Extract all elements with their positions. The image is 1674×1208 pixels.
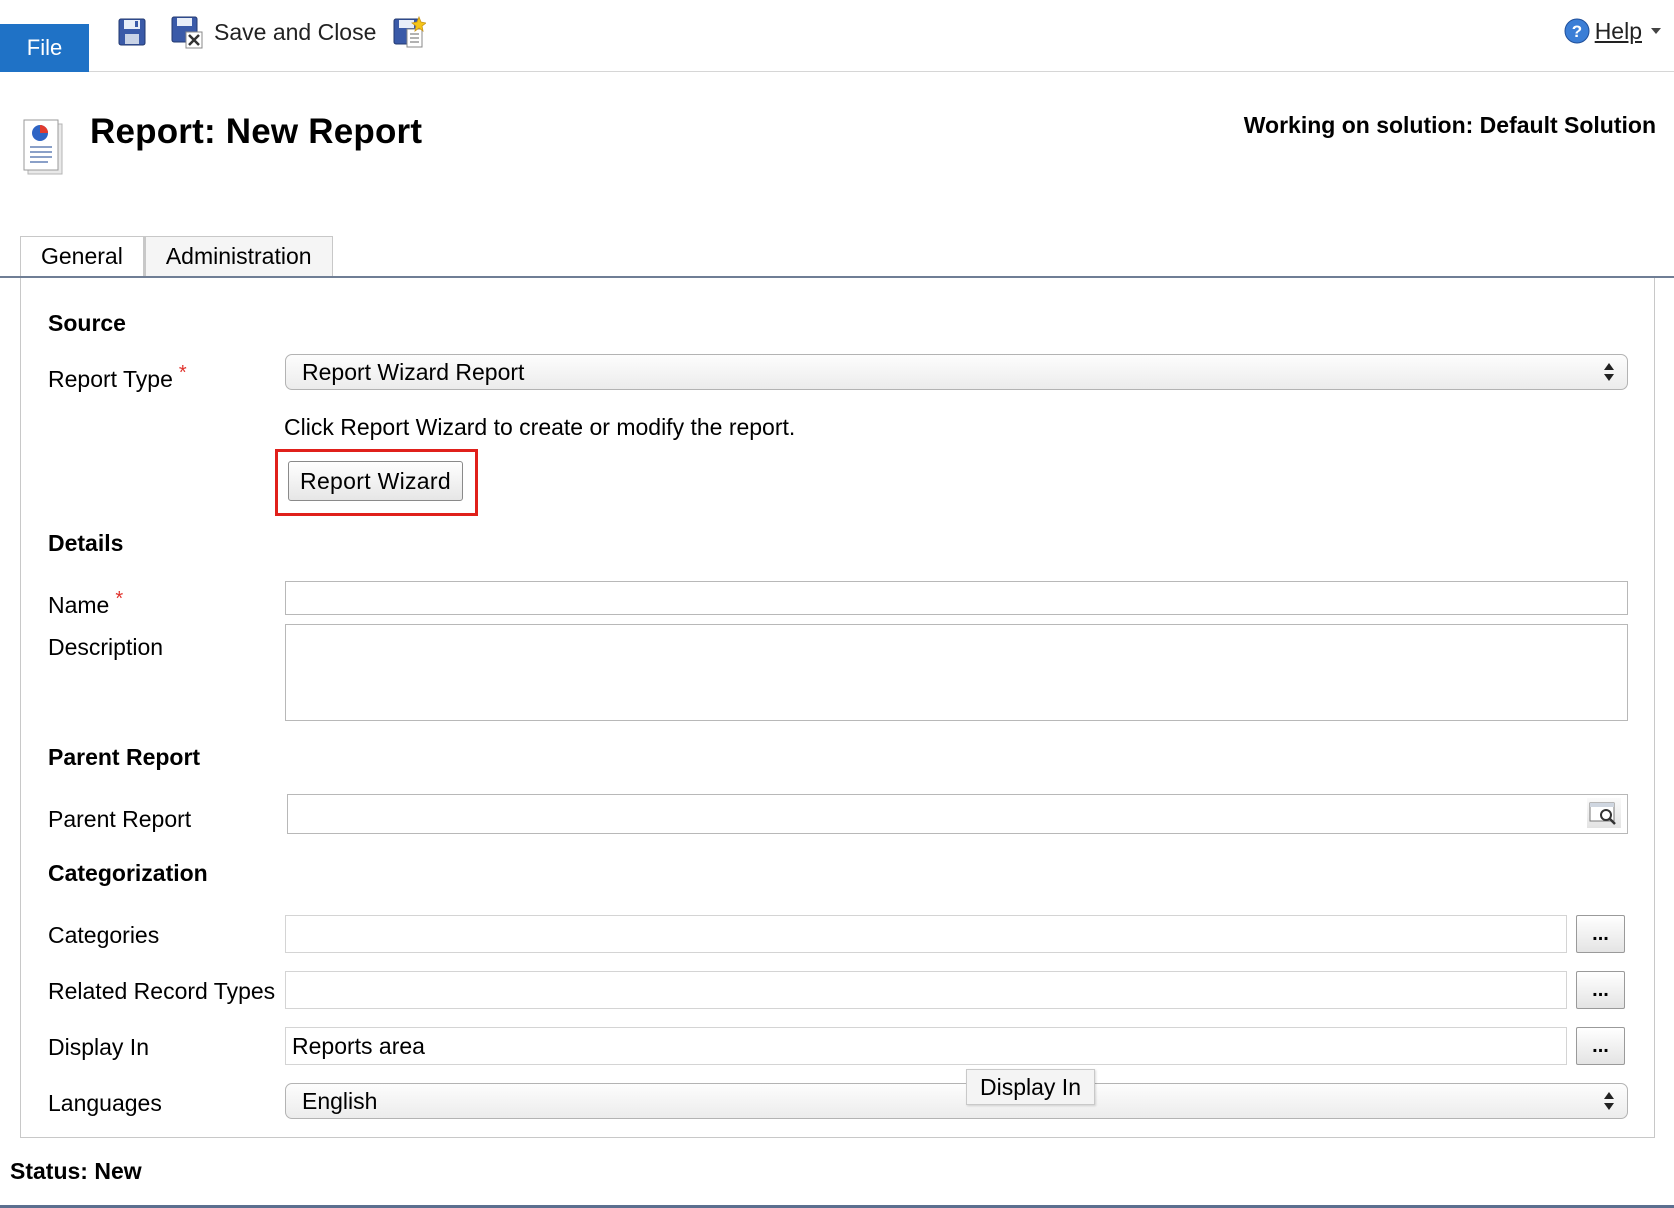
languages-value: English <box>302 1087 378 1114</box>
display-in-field[interactable]: Reports area <box>285 1027 1567 1065</box>
related-record-types-browse-button[interactable]: ... <box>1576 971 1625 1009</box>
caret-down-icon <box>1651 28 1661 34</box>
name-label: Name * <box>48 588 123 619</box>
report-type-select[interactable]: Report Wizard Report <box>285 354 1628 390</box>
languages-select[interactable]: English <box>285 1083 1628 1119</box>
section-details: Details <box>48 530 124 556</box>
required-indicator: * <box>115 588 124 610</box>
tooltip: Display In <box>966 1069 1095 1105</box>
section-categorization: Categorization <box>48 860 208 886</box>
section-source: Source <box>48 310 126 336</box>
select-arrows-icon <box>1604 363 1614 381</box>
tab-general[interactable]: General <box>20 236 144 276</box>
parent-report-lookup[interactable] <box>287 794 1628 834</box>
categories-field[interactable] <box>285 915 1567 953</box>
page-title: Report: New Report <box>90 112 423 151</box>
file-tab[interactable]: File <box>0 24 89 72</box>
report-entity-icon <box>20 116 66 183</box>
display-in-label: Display In <box>48 1034 149 1060</box>
save-new-icon <box>393 15 426 48</box>
description-label: Description <box>48 634 164 660</box>
select-arrows-icon <box>1604 1092 1614 1110</box>
wizard-hint-text: Click Report Wizard to create or modify … <box>284 414 796 440</box>
description-field[interactable] <box>285 624 1628 721</box>
help-icon: ? <box>1564 18 1590 44</box>
parent-report-label: Parent Report <box>48 806 192 832</box>
report-type-label: Report Type * <box>48 362 187 393</box>
help-menu[interactable]: ? Help <box>1563 16 1662 46</box>
save-close-icon <box>171 16 203 49</box>
categories-browse-button[interactable]: ... <box>1576 915 1625 953</box>
help-label: Help <box>1594 17 1642 44</box>
solution-label: Working on solution: Default Solution <box>1243 112 1656 138</box>
display-in-browse-button[interactable]: ... <box>1576 1027 1625 1065</box>
name-label-text: Name <box>48 592 110 618</box>
related-record-types-field[interactable] <box>285 971 1567 1009</box>
related-record-types-label: Related Record Types <box>48 978 276 1004</box>
svg-text:?: ? <box>1571 22 1581 41</box>
report-type-label-text: Report Type <box>48 366 173 392</box>
categories-label: Categories <box>48 922 160 948</box>
save-and-close-label: Save and Close <box>214 18 377 45</box>
save-button[interactable] <box>116 12 148 52</box>
save-and-new-button[interactable] <box>392 12 426 52</box>
report-wizard-button[interactable]: Report Wizard <box>288 461 463 501</box>
required-indicator: * <box>178 362 187 384</box>
ribbon: File Save and Close ? Help <box>0 0 1674 72</box>
save-icon <box>118 18 146 46</box>
form-tabs: General Administration <box>20 236 333 276</box>
section-parent-report: Parent Report <box>48 744 201 770</box>
lookup-button[interactable] <box>1587 798 1621 828</box>
lookup-icon <box>1589 802 1616 825</box>
name-field[interactable] <box>285 581 1628 615</box>
tab-administration[interactable]: Administration <box>142 236 333 276</box>
languages-label: Languages <box>48 1090 162 1116</box>
report-type-value: Report Wizard Report <box>302 358 525 385</box>
save-and-close-button[interactable]: Save and Close <box>170 12 376 52</box>
status-label: Status: New <box>10 1158 142 1184</box>
